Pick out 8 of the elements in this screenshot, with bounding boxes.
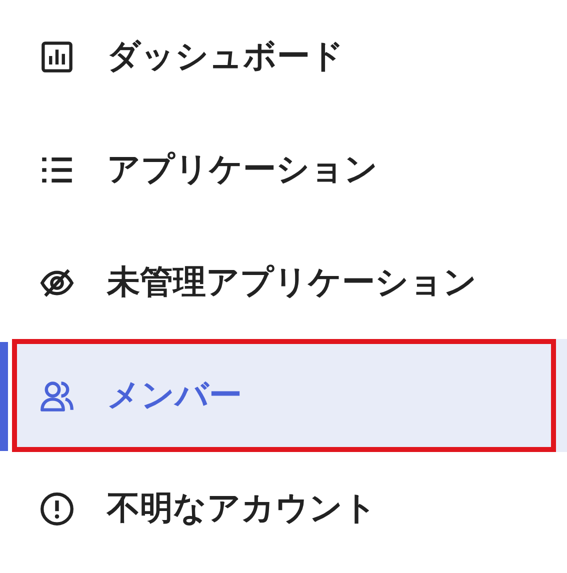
users-icon [40, 378, 74, 412]
sidebar-item[interactable]: 未管理アプリケーション [12, 226, 567, 339]
bar-chart-icon [40, 40, 74, 74]
alert-icon [40, 492, 74, 526]
sidebar-item[interactable]: 不明なアカウント [12, 452, 567, 565]
sidebar-item[interactable]: メンバー [12, 339, 567, 452]
sidebar-item[interactable]: アプリケーション [12, 113, 567, 226]
sidebar-item[interactable]: ダッシュボード [12, 0, 567, 113]
